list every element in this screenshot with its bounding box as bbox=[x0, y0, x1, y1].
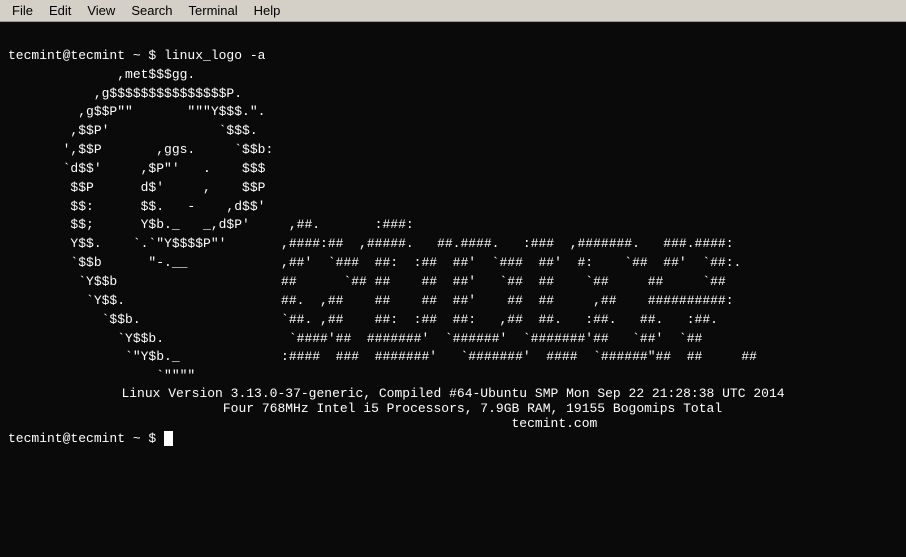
menu-file[interactable]: File bbox=[4, 1, 41, 20]
final-prompt-line: tecmint@tecmint ~ $ bbox=[8, 431, 898, 446]
menu-terminal[interactable]: Terminal bbox=[181, 1, 246, 20]
terminal-window: tecmint@tecmint ~ $ linux_logo -a ,met$$… bbox=[0, 22, 906, 557]
terminal-output: tecmint@tecmint ~ $ linux_logo -a ,met$$… bbox=[8, 28, 898, 386]
command-prompt: tecmint@tecmint ~ $ linux_logo -a bbox=[8, 48, 265, 63]
menu-view[interactable]: View bbox=[79, 1, 123, 20]
menu-edit[interactable]: Edit bbox=[41, 1, 79, 20]
menu-help[interactable]: Help bbox=[246, 1, 289, 20]
menu-search[interactable]: Search bbox=[123, 1, 180, 20]
system-info: Linux Version 3.13.0-37-generic, Compile… bbox=[8, 386, 898, 431]
final-prompt-text: tecmint@tecmint ~ $ bbox=[8, 431, 164, 446]
menubar: File Edit View Search Terminal Help bbox=[0, 0, 906, 22]
cursor-block bbox=[164, 431, 173, 446]
ascii-art: ,met$$$gg. ,g$$$$$$$$$$$$$$$P. ,g$$P"" "… bbox=[8, 67, 757, 384]
